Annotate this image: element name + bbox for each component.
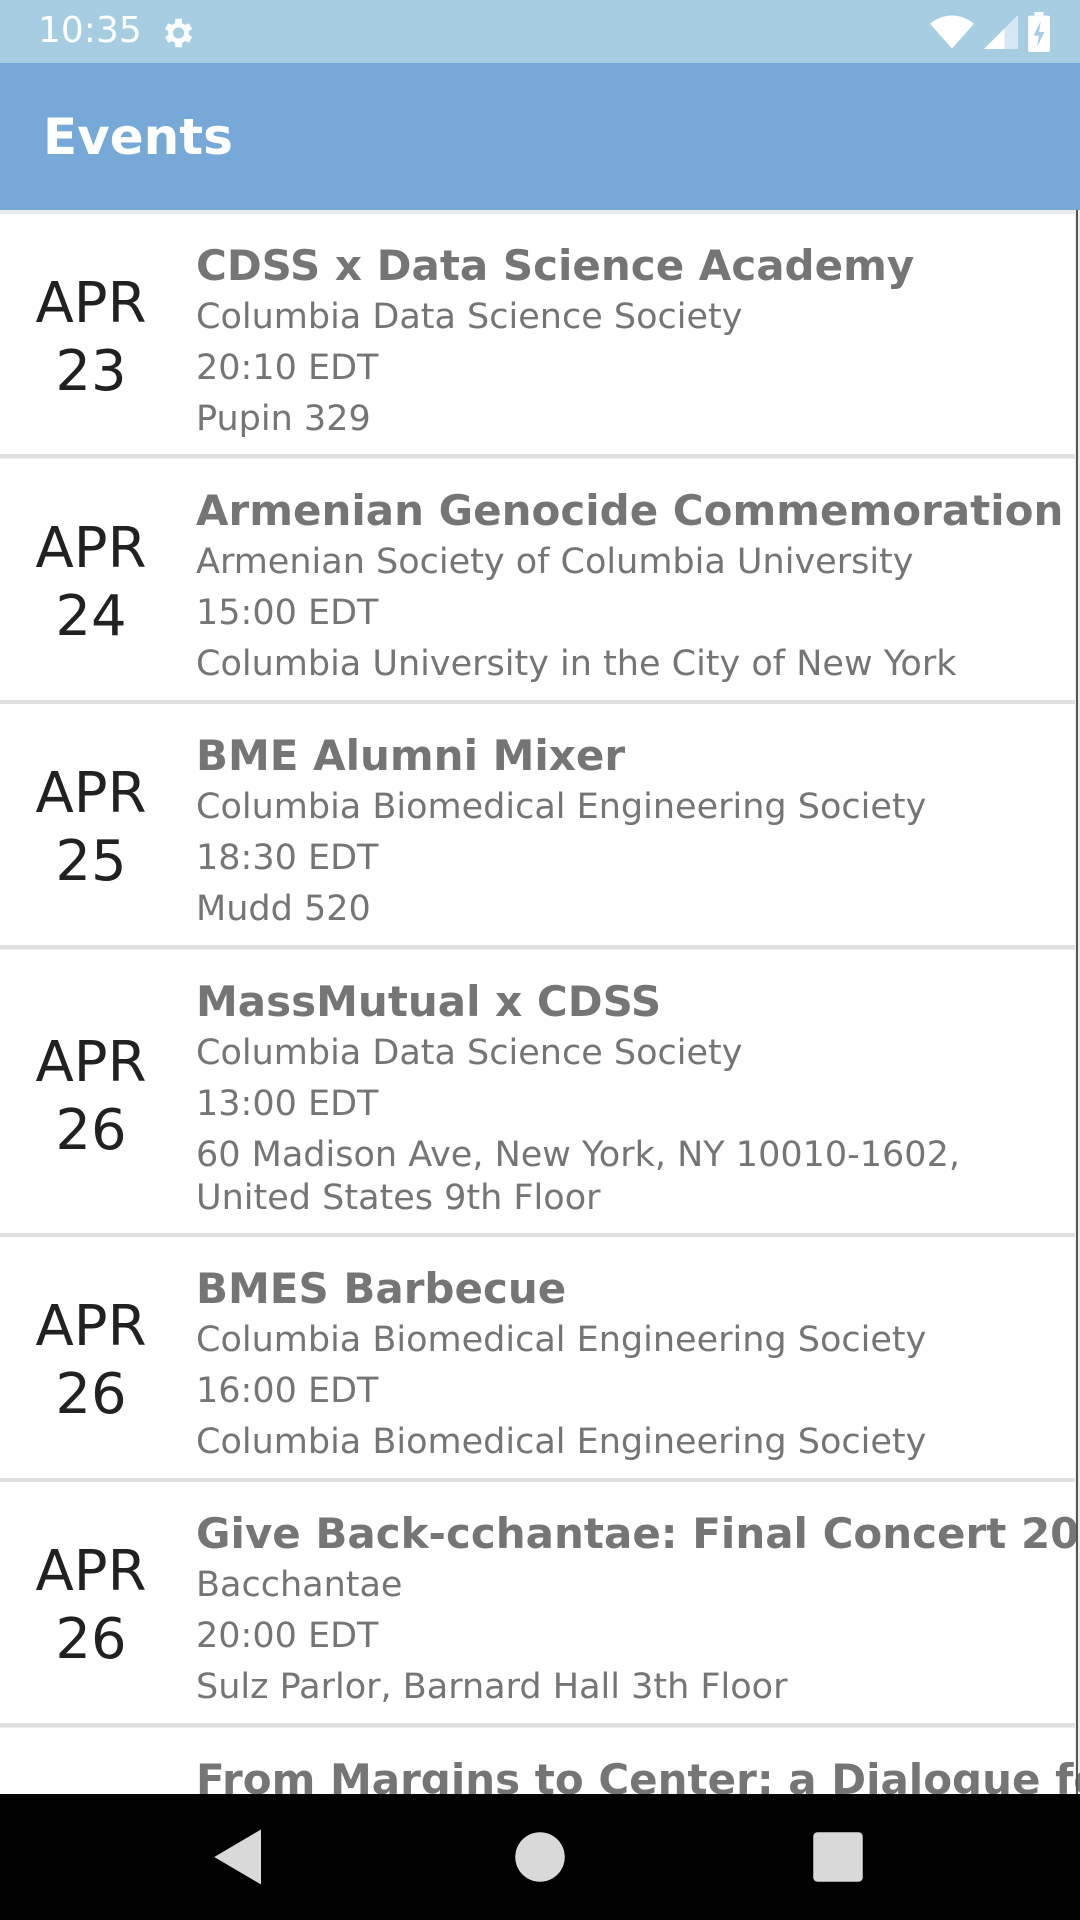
event-card[interactable]: APR 26 Give Back-cchantae: Final Concert… (0, 1482, 1080, 1727)
event-organizer: Columbia Data Science Society (196, 1033, 743, 1073)
wifi-icon (930, 15, 974, 49)
home-icon[interactable] (507, 1824, 573, 1890)
event-month: APR (35, 1539, 147, 1604)
event-location: Sulz Parlor, Barnard Hall 3th Floor (196, 1667, 788, 1707)
status-bar: 10:35 (0, 0, 1080, 63)
event-month: APR (35, 761, 147, 826)
status-time: 10:35 (38, 10, 142, 51)
recents-icon[interactable] (805, 1824, 871, 1890)
event-day: 24 (55, 584, 127, 649)
gear-icon (164, 18, 193, 48)
event-day: 26 (55, 1098, 127, 1163)
event-title: BME Alumni Mixer (196, 731, 626, 780)
events-list[interactable]: APR 23 CDSS x Data Science Academy Colum… (0, 210, 1080, 1794)
event-organizer: Bacchantae (196, 1565, 403, 1605)
event-card[interactable]: From Margins to Center: a Dialogue for (0, 1728, 1080, 1794)
event-day: 23 (55, 339, 127, 404)
battery-icon (1028, 12, 1050, 52)
back-icon[interactable] (206, 1824, 272, 1890)
event-time: 20:10 EDT (196, 348, 379, 388)
event-card[interactable]: APR 25 BME Alumni Mixer Columbia Biomedi… (0, 704, 1075, 949)
event-month: APR (35, 271, 147, 336)
event-organizer: Columbia Biomedical Engineering Society (196, 787, 927, 827)
event-day: 25 (55, 829, 127, 894)
app-bar: Events (0, 63, 1080, 210)
event-card[interactable]: APR 26 MassMutual x CDSS Columbia Data S… (0, 950, 1075, 1237)
event-location: 60 Madison Ave, New York, NY 10010-1602,… (196, 1135, 960, 1218)
event-day: 26 (55, 1607, 127, 1672)
event-time: 15:00 EDT (196, 593, 379, 633)
event-title: From Margins to Center: a Dialogue for (196, 1755, 1080, 1794)
navigation-bar (0, 1794, 1080, 1920)
status-icons (930, 12, 1050, 52)
event-time: 13:00 EDT (196, 1084, 379, 1124)
event-time: 20:00 EDT (196, 1616, 379, 1656)
event-title: Armenian Genocide Commemoration (196, 486, 1064, 535)
event-organizer: Columbia Biomedical Engineering Society (196, 1320, 927, 1360)
event-time: 18:30 EDT (196, 838, 379, 878)
event-month: APR (35, 1294, 147, 1359)
event-title: BMES Barbecue (196, 1264, 567, 1313)
event-month: APR (35, 1030, 147, 1095)
event-organizer: Columbia Data Science Society (196, 297, 743, 337)
event-location: Pupin 329 (196, 399, 371, 439)
event-month: APR (35, 516, 147, 581)
event-location: Mudd 520 (196, 889, 371, 929)
event-title: Give Back-cchantae: Final Concert 2019 (196, 1509, 1080, 1558)
page-title: Events (43, 108, 233, 166)
event-day: 26 (55, 1362, 127, 1427)
signal-icon (984, 15, 1018, 49)
event-title: CDSS x Data Science Academy (196, 241, 915, 290)
event-location: Columbia University in the City of New Y… (196, 644, 957, 684)
event-card[interactable]: APR 24 Armenian Genocide Commemoration A… (0, 459, 1075, 704)
event-organizer: Armenian Society of Columbia University (196, 542, 914, 582)
event-card[interactable]: APR 23 CDSS x Data Science Academy Colum… (0, 214, 1075, 458)
event-time: 16:00 EDT (196, 1371, 379, 1411)
event-title: MassMutual x CDSS (196, 977, 662, 1026)
event-card[interactable]: APR 26 BMES Barbecue Columbia Biomedical… (0, 1237, 1075, 1482)
event-location: Columbia Biomedical Engineering Society (196, 1422, 927, 1462)
